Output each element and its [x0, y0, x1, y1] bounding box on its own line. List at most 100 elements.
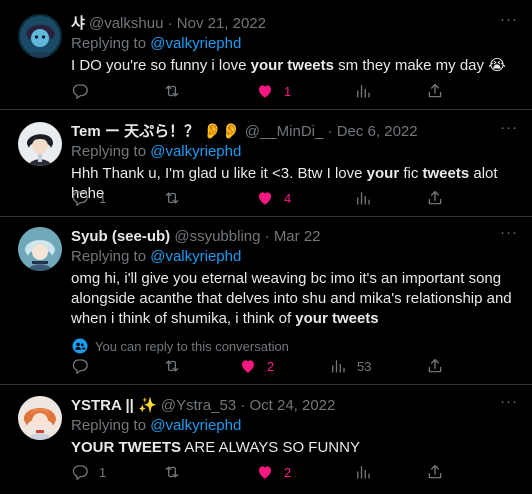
user-handle[interactable]: @ssyubbling — [174, 228, 260, 245]
tweet-text-part: ARE ALWAYS SO FUNNY — [181, 439, 360, 456]
replying-to-label: Replying to — [71, 417, 147, 434]
tweet-date[interactable]: Mar 22 — [274, 228, 321, 245]
share-icon — [426, 189, 444, 207]
replying-to-label: Replying to — [71, 35, 147, 52]
reply-button[interactable]: 1 — [71, 462, 106, 482]
like-icon — [256, 82, 274, 100]
conversation-hint-text: You can reply to this conversation — [95, 338, 289, 354]
reply-icon — [71, 463, 89, 481]
separator-dot: · — [240, 397, 246, 414]
display-name[interactable]: 샤 — [71, 15, 85, 32]
avatar[interactable] — [18, 122, 62, 166]
tweet-date[interactable]: Nov 21, 2022 — [177, 15, 266, 32]
share-button[interactable] — [426, 462, 444, 482]
reply-icon — [71, 82, 89, 100]
views-icon — [329, 357, 347, 375]
more-icon[interactable]: ··· — [500, 392, 518, 412]
replying-to-label: Replying to — [71, 143, 147, 160]
separator-dot: · — [327, 123, 333, 140]
tweet[interactable]: 샤 @valkshuu · Nov 21, 2022 ··· Replying … — [0, 0, 532, 110]
tweet-header: Syub (see-ub) @ssyubbling · Mar 22 ··· — [71, 224, 518, 247]
avatar[interactable] — [18, 14, 62, 58]
views-button[interactable] — [354, 462, 372, 482]
like-button[interactable]: 2 — [256, 462, 291, 482]
reply-button[interactable] — [71, 356, 99, 376]
tweet-text-highlight: your tweets — [250, 57, 334, 74]
user-handle[interactable]: @__MinDi_ — [245, 123, 324, 140]
tweet[interactable]: YSTRA || ✨ @Ystra_53 · Oct 24, 2022 ··· … — [0, 385, 532, 494]
replying-to: Replying to @valkyriephd — [71, 416, 518, 436]
share-button[interactable] — [426, 356, 444, 376]
tweet-text: YOUR TWEETS ARE ALWAYS SO FUNNY — [71, 438, 518, 458]
mention-link[interactable]: @valkyriephd — [150, 248, 241, 265]
avatar-image — [18, 227, 62, 271]
like-icon — [239, 357, 257, 375]
mention-link[interactable]: @valkyriephd — [150, 143, 241, 160]
display-name[interactable]: Tem ー 天ぷら！？ 👂👂 — [71, 123, 241, 140]
tweet-text: I DO you're so funny i love your tweets … — [71, 56, 518, 76]
retweet-button[interactable] — [163, 81, 181, 101]
tweet-text-highlight: your tweets — [295, 310, 379, 327]
retweet-icon — [163, 463, 181, 481]
mention-link[interactable]: @valkyriephd — [150, 417, 241, 434]
views-icon — [354, 463, 372, 481]
tweet-text-highlight: tweets — [422, 165, 470, 182]
retweet-icon — [163, 357, 181, 375]
more-icon[interactable]: ··· — [500, 118, 518, 138]
reply-count: 1 — [99, 190, 107, 206]
tweet[interactable]: Syub (see-ub) @ssyubbling · Mar 22 ··· R… — [0, 217, 532, 385]
tweet-text-highlight: YOUR TWEETS — [71, 439, 182, 456]
display-name[interactable]: Syub (see-ub) — [71, 228, 170, 245]
tweet-header: YSTRA || ✨ @Ystra_53 · Oct 24, 2022 ··· — [71, 393, 518, 416]
avatar[interactable] — [18, 396, 62, 440]
reply-icon — [71, 357, 89, 375]
retweet-button[interactable] — [163, 356, 181, 376]
tweet-text-part: omg hi, i'll give you eternal weaving bc… — [71, 270, 512, 327]
like-button[interactable]: 1 — [256, 81, 291, 101]
like-count: 4 — [284, 190, 292, 206]
tweet-date[interactable]: Dec 6, 2022 — [337, 123, 418, 140]
tweet-text-part: sm they make my day 😭 — [333, 57, 506, 74]
views-button[interactable] — [354, 81, 372, 101]
tweet-header: 샤 @valkshuu · Nov 21, 2022 ··· — [71, 11, 518, 34]
avatar[interactable] — [18, 227, 62, 271]
retweet-button[interactable] — [163, 188, 181, 208]
views-count: 53 — [357, 358, 372, 374]
mention-link[interactable]: @valkyriephd — [150, 35, 241, 52]
like-count: 1 — [284, 83, 292, 99]
tweet-text-highlight: your — [366, 165, 400, 182]
views-button[interactable] — [354, 188, 372, 208]
tweet[interactable]: Tem ー 天ぷら！？ 👂👂 @__MinDi_ · Dec 6, 2022 ·… — [0, 110, 532, 217]
action-bar: 1 4 — [71, 188, 521, 208]
user-handle[interactable]: @valkshuu — [89, 15, 163, 32]
share-button[interactable] — [426, 81, 444, 101]
tweet-text-part: fic — [399, 165, 423, 182]
like-button[interactable]: 4 — [256, 188, 291, 208]
more-icon[interactable]: ··· — [500, 10, 518, 30]
tweet-date[interactable]: Oct 24, 2022 — [249, 397, 335, 414]
reply-button[interactable] — [71, 81, 99, 101]
views-button[interactable]: 53 — [329, 356, 371, 376]
separator-dot: · — [264, 228, 270, 245]
like-button[interactable]: 2 — [239, 356, 274, 376]
action-bar: 1 — [71, 81, 521, 101]
replying-to: Replying to @valkyriephd — [71, 34, 518, 54]
conversation-hint: You can reply to this conversation — [71, 337, 518, 355]
display-name[interactable]: YSTRA || ✨ — [71, 397, 157, 414]
reply-count: 1 — [99, 464, 107, 480]
replying-to: Replying to @valkyriephd — [71, 247, 518, 267]
views-icon — [354, 82, 372, 100]
views-icon — [354, 189, 372, 207]
share-button[interactable] — [426, 188, 444, 208]
retweet-icon — [163, 82, 181, 100]
share-icon — [426, 463, 444, 481]
avatar-image — [18, 396, 62, 440]
tweet-text-part: Hhh Thank u, I'm glad u like it <3. Btw … — [71, 165, 367, 182]
share-icon — [426, 82, 444, 100]
separator-dot: · — [167, 15, 173, 32]
retweet-button[interactable] — [163, 462, 181, 482]
more-icon[interactable]: ··· — [500, 223, 518, 243]
like-icon — [256, 463, 274, 481]
reply-button[interactable]: 1 — [71, 188, 106, 208]
user-handle[interactable]: @Ystra_53 — [161, 397, 236, 414]
